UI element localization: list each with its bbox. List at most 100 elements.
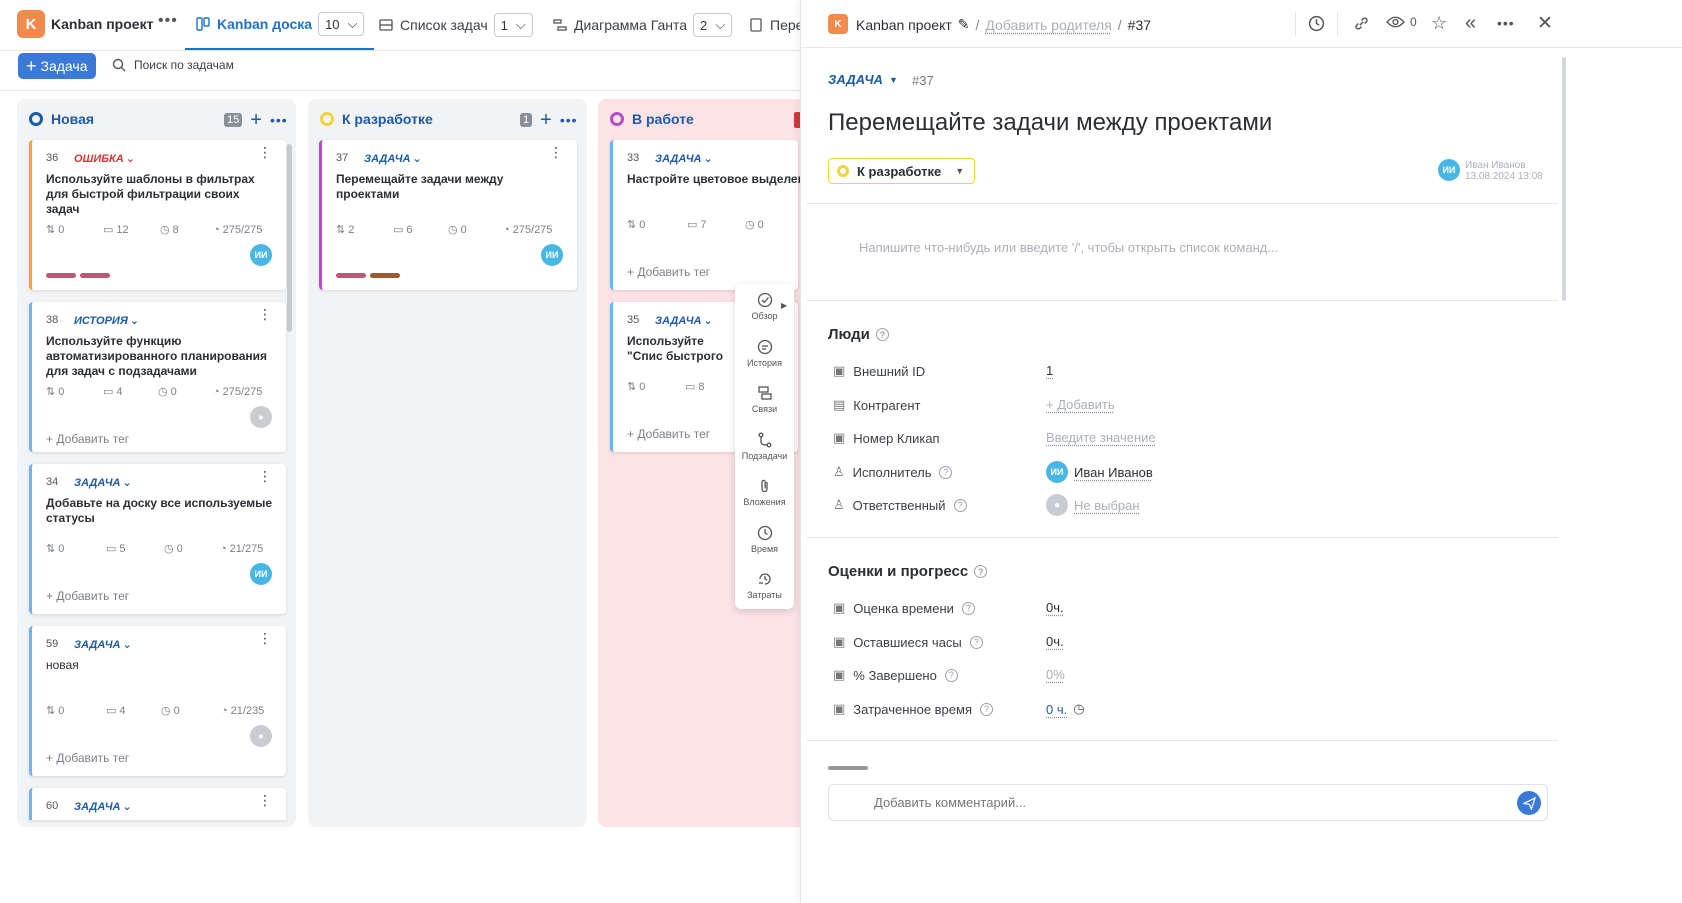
more-icon[interactable]: •••: [1497, 15, 1515, 31]
search-box[interactable]: Поиск по задачам: [112, 58, 234, 72]
tag-bar[interactable]: [80, 273, 110, 278]
task-card[interactable]: 59 ЗАДАЧА ⌄ ⋮ новая ⇅ 0 ▭ 4 ◷ 0 ◔ 21/235 ● + …: [29, 626, 286, 776]
column-scrollbar[interactable]: [287, 144, 292, 332]
subtasks-icon: ⇅: [46, 386, 56, 398]
watchers[interactable]: 0: [1386, 15, 1417, 29]
spent-time-value[interactable]: 0 ч. ◷: [1046, 701, 1085, 717]
card-type[interactable]: ЗАДАЧА ⌄: [74, 800, 132, 814]
menu-attachments[interactable]: Вложения: [735, 478, 794, 507]
menu-subtasks[interactable]: Подзадачи: [735, 432, 794, 461]
task-card[interactable]: 60 ЗАДАЧА ⌄ ⋮: [29, 788, 286, 820]
panel-scrollbar[interactable]: [1562, 57, 1566, 301]
tab-more[interactable]: Пере: [748, 0, 803, 50]
card-menu-icon[interactable]: ⋮: [258, 145, 272, 159]
contractor-add[interactable]: + Добавить: [1046, 397, 1115, 412]
tag-bar[interactable]: [46, 273, 76, 278]
card-menu-icon[interactable]: ⋮: [549, 145, 563, 159]
field-icon: ▤: [833, 397, 846, 412]
add-parent-link[interactable]: Добавить родителя: [985, 17, 1111, 33]
task-type-select[interactable]: ЗАДАЧА ▼: [828, 72, 898, 87]
avatar[interactable]: ИИ: [250, 563, 272, 585]
percent-complete-value[interactable]: 0%: [1046, 667, 1065, 682]
add-tag-link[interactable]: + Добавить тег: [46, 751, 129, 765]
tag-bar[interactable]: [336, 273, 366, 278]
card-menu-icon[interactable]: ⋮: [258, 469, 272, 483]
status-circle-icon: [320, 112, 334, 126]
avatar[interactable]: ИИ: [250, 244, 272, 266]
tab-label: Kanban доска: [217, 16, 313, 32]
avatar-placeholder-icon[interactable]: ●: [250, 725, 272, 747]
tab-kanban[interactable]: Kanban доска 10 ⌵: [185, 0, 375, 50]
star-icon[interactable]: ☆: [1431, 13, 1447, 34]
history-clock-icon[interactable]: [1308, 15, 1325, 32]
avatar-placeholder-icon[interactable]: ●: [250, 406, 272, 428]
link-icon[interactable]: [1353, 15, 1370, 32]
add-tag-link[interactable]: + Добавить тег: [46, 589, 129, 603]
menu-costs[interactable]: Затраты: [735, 571, 794, 600]
author-avatar[interactable]: ИИ: [1438, 159, 1460, 181]
assignee-value[interactable]: ИИ Иван Иванов: [1046, 461, 1153, 483]
card-type[interactable]: ЗАДАЧА ⌄: [364, 152, 422, 166]
description-editor[interactable]: Напишите что-нибудь или введите '/', что…: [859, 240, 1278, 255]
menu-links[interactable]: Связи: [735, 385, 794, 414]
tab-task-list[interactable]: Список задач 1 ⌵: [378, 0, 533, 50]
avatar[interactable]: ИИ: [541, 244, 563, 266]
add-task-button[interactable]: + Задача: [18, 53, 96, 79]
breadcrumb-task: #37: [1127, 16, 1152, 33]
column-menu-icon[interactable]: •••: [270, 112, 288, 128]
task-card[interactable]: 34 ЗАДАЧА ⌄ ⋮ Добавьте на доску все испол…: [29, 464, 286, 614]
card-menu-icon[interactable]: ⋮: [258, 631, 272, 645]
column-menu-icon[interactable]: •••: [560, 112, 578, 128]
add-card-icon[interactable]: +: [250, 110, 262, 130]
close-icon[interactable]: ✕: [1537, 12, 1553, 35]
tab-count-select[interactable]: 2 ⌵: [693, 13, 733, 37]
card-type[interactable]: ЗАДАЧА ⌄: [655, 314, 713, 328]
remaining-hours-value[interactable]: 0ч.: [1046, 634, 1064, 649]
more-icon[interactable]: •••: [158, 12, 178, 30]
card-type[interactable]: ЗАДАЧА ⌄: [74, 476, 132, 490]
panel-header: K Kanban проект ✎ / Добавить родителя / …: [801, 0, 1682, 48]
card-title: Перемещайте задачи между проектами: [336, 172, 504, 201]
task-card[interactable]: 37 ЗАДАЧА ⌄ ⋮ Перемещайте задачи между пр…: [319, 140, 577, 290]
chevron-down-icon: ⌄: [129, 315, 140, 327]
card-type[interactable]: ЗАДАЧА ⌄: [655, 152, 713, 166]
clickup-number-input[interactable]: Введите значение: [1046, 430, 1156, 445]
responsible-value[interactable]: ● Не выбран: [1046, 494, 1140, 516]
status-select[interactable]: К разработке ▼: [828, 158, 976, 184]
field-icon: ▣: [833, 634, 846, 649]
tab-count-select[interactable]: 1 ⌵: [493, 13, 533, 37]
card-type[interactable]: ЗАДАЧА ⌄: [74, 638, 132, 652]
task-card[interactable]: 33 ЗАДАЧА⌄ Настройте цветовое выделени к…: [610, 140, 805, 290]
task-title[interactable]: Перемещайте задачи между проектами: [828, 109, 1272, 137]
subtasks-icon: ⇅: [46, 543, 56, 555]
tab-gantt[interactable]: Диаграмма Ганта 2 ⌵: [552, 0, 733, 50]
breadcrumb-project[interactable]: Kanban проект: [856, 17, 952, 33]
collapse-icon[interactable]: «: [1465, 12, 1476, 35]
send-icon[interactable]: [1517, 791, 1541, 815]
project-logo[interactable]: K: [828, 14, 848, 34]
edit-icon[interactable]: ✎: [958, 16, 970, 33]
task-card[interactable]: 38 ИСТОРИЯ ⌄ ⋮ Используйте функцию автома…: [29, 302, 286, 452]
comment-input[interactable]: Добавить комментарий...: [828, 784, 1548, 821]
card-menu-icon[interactable]: ⋮: [258, 307, 272, 321]
card-menu-icon[interactable]: ⋮: [258, 793, 272, 807]
card-type[interactable]: ОШИБКА ⌄: [74, 152, 135, 166]
menu-time[interactable]: Время: [735, 525, 794, 554]
estimate-value[interactable]: 0ч.: [1046, 600, 1064, 615]
add-tag-link[interactable]: + Добавить тег: [627, 265, 710, 279]
project-name[interactable]: Kanban проект: [51, 16, 153, 32]
add-tag-link[interactable]: + Добавить тег: [627, 427, 710, 441]
external-id-value[interactable]: 1: [1046, 363, 1053, 378]
clickup-number-label: ▣ Номер Кликап: [833, 430, 940, 446]
task-card[interactable]: 36 ОШИБКА ⌄ ⋮ Используйте шаблоны в фильт…: [29, 140, 286, 290]
column-actions: 1 + •••: [520, 110, 578, 130]
add-tag-link[interactable]: + Добавить тег: [46, 432, 129, 446]
card-type[interactable]: ИСТОРИЯ ⌄: [74, 314, 140, 328]
tab-count-select[interactable]: 10 ⌵: [318, 12, 365, 36]
tag-bar[interactable]: [370, 273, 400, 278]
project-logo[interactable]: K: [17, 10, 45, 38]
subtasks-icon: ⇅: [336, 224, 346, 236]
search-input[interactable]: Поиск по задачам: [134, 58, 234, 72]
add-card-icon[interactable]: +: [540, 110, 552, 130]
menu-history[interactable]: История: [735, 339, 794, 368]
